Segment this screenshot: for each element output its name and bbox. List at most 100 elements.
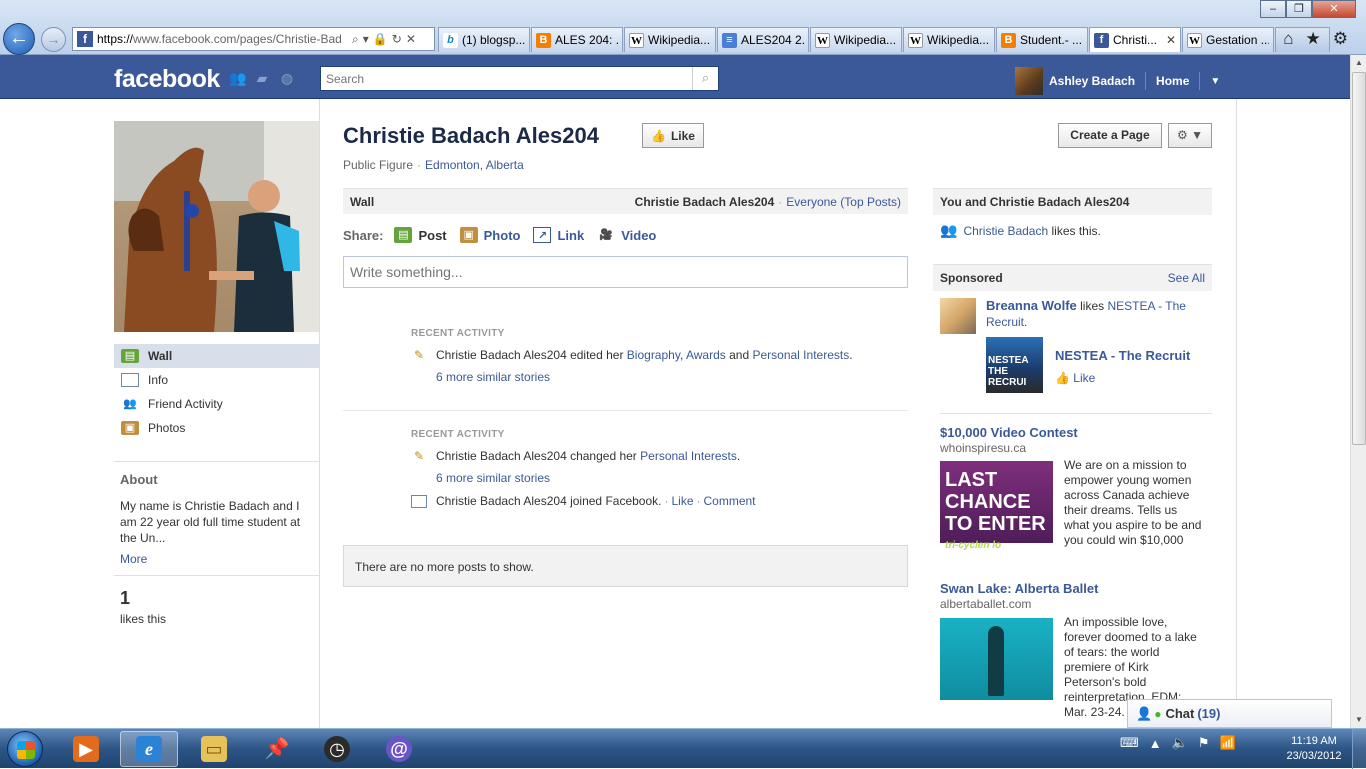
nestea-ad-image[interactable]: NESTEA THE RECRUI — [986, 337, 1043, 393]
wall-filter-link[interactable]: Everyone (Top Posts) — [786, 195, 901, 209]
friend-name-link[interactable]: Christie Badach — [963, 224, 1048, 238]
back-button[interactable]: ← — [3, 23, 35, 55]
nav-item-wall[interactable]: ▤ Wall — [114, 344, 319, 368]
scroll-thumb[interactable] — [1352, 72, 1366, 445]
browser-tab[interactable]: ≡ ALES204 2... — [717, 27, 809, 52]
ad-image-text: LAST CHANCE — [945, 469, 1031, 513]
system-clock[interactable]: 11:19 AM 23/03/2012 — [1284, 734, 1344, 764]
about-more-link[interactable]: More — [120, 552, 313, 566]
search-input[interactable] — [321, 71, 692, 86]
lock-icon[interactable]: 🔒 — [373, 32, 388, 46]
home-icon[interactable]: ⌂ — [1283, 29, 1293, 49]
tab-close-icon[interactable]: ✕ — [1166, 33, 1176, 47]
awards-link[interactable]: Awards — [686, 348, 726, 362]
stop-icon[interactable]: ✕ — [406, 32, 416, 46]
taskbar-clock-app[interactable]: ◷ — [308, 731, 366, 767]
facebook-logo[interactable]: facebook — [114, 65, 220, 94]
account-menu-caret-icon[interactable]: ▼ — [1210, 76, 1220, 87]
activity-actor-text: Christie Badach Ales204 edited her — [436, 348, 624, 362]
refresh-icon[interactable]: ↻ — [392, 32, 402, 46]
messages-icon[interactable]: ▰ — [254, 70, 270, 86]
user-avatar[interactable] — [1015, 67, 1043, 95]
nav-item-photos[interactable]: ▣ Photos — [114, 416, 319, 440]
ad-like-button[interactable]: 👍 Like — [1055, 371, 1095, 385]
wall-title: Wall — [350, 194, 375, 209]
home-link[interactable]: Home — [1156, 74, 1189, 88]
settings-gear-icon[interactable]: ⚙ — [1333, 29, 1348, 49]
page-category: Public Figure — [343, 158, 414, 172]
browser-tab[interactable]: B ALES 204: ... — [531, 27, 623, 52]
likes-count[interactable]: 1 — [120, 588, 313, 609]
share-video-button[interactable]: 🎥 Video — [597, 227, 656, 243]
scroll-up-arrow-icon[interactable]: ▲ — [1351, 55, 1366, 71]
search-icon[interactable]: ⌕ — [692, 67, 718, 90]
forward-button[interactable]: → — [41, 27, 66, 52]
personal-interests-link[interactable]: Personal Interests — [640, 449, 737, 463]
friend-name-link[interactable]: Breanna Wolfe — [986, 298, 1077, 313]
ad-image[interactable]: LAST CHANCE TO ENTER tri-cyclen lo — [940, 461, 1053, 551]
friend-requests-icon[interactable]: 👥 — [229, 70, 246, 86]
status-composer-input[interactable] — [343, 256, 908, 288]
window-close-button[interactable]: ✕ — [1312, 0, 1356, 18]
favorites-star-icon[interactable]: ★ — [1306, 29, 1321, 49]
see-all-link[interactable]: See All — [1168, 271, 1205, 285]
browser-tab-active[interactable]: f Christi... ✕ — [1089, 27, 1181, 52]
browser-tab[interactable]: W Wikipedia... — [810, 27, 902, 52]
browser-tab[interactable]: b (1) blogsp... — [438, 27, 530, 52]
ad-page-name-link[interactable]: NESTEA - The Recruit — [1055, 348, 1190, 363]
network-icon[interactable]: 📶 — [1219, 735, 1235, 751]
separator-dot: · — [696, 494, 701, 508]
share-photo-button[interactable]: ▣ Photo — [459, 227, 520, 243]
show-hidden-icons-icon[interactable]: ▲ — [1149, 736, 1162, 751]
dropdown-icon[interactable]: ▾ — [363, 32, 369, 46]
nav-item-friend-activity[interactable]: 👥 Friend Activity — [114, 392, 319, 416]
search-icon[interactable]: ⌕ — [352, 32, 359, 47]
chat-bar[interactable]: 👤 ● Chat (19) — [1127, 699, 1332, 728]
story-comment-link[interactable]: Comment — [704, 494, 756, 508]
scroll-down-arrow-icon[interactable]: ▼ — [1351, 712, 1366, 728]
you-and-page-header: You and Christie Badach Ales204 — [933, 188, 1212, 215]
action-center-icon[interactable]: ⚑ — [1198, 735, 1210, 751]
browser-tab[interactable]: W Wikipedia... — [903, 27, 995, 52]
friend-avatar[interactable] — [940, 298, 976, 334]
video-camera-icon: 🎥 — [599, 229, 614, 241]
story-like-link[interactable]: Like — [671, 494, 693, 508]
minimize-button[interactable]: – — [1260, 0, 1286, 18]
start-button[interactable] — [7, 731, 43, 767]
user-name-link[interactable]: Ashley Badach — [1049, 74, 1135, 88]
show-desktop-button[interactable] — [1352, 729, 1366, 769]
page-location-link[interactable]: Edmonton, Alberta — [425, 158, 524, 172]
browser-tab[interactable]: W Gestation ... — [1182, 27, 1274, 52]
taskbar-media-player[interactable]: ▶ — [57, 731, 115, 767]
volume-icon[interactable]: 🔈 — [1172, 735, 1188, 751]
taskbar-pin-app[interactable]: 📌 — [248, 731, 306, 767]
personal-interests-link[interactable]: Personal Interests — [752, 348, 849, 362]
share-post-button[interactable]: ▤ Post — [394, 227, 447, 243]
address-bar[interactable]: f https:// www.facebook.com/pages/Christ… — [72, 27, 435, 51]
ad-image[interactable] — [940, 618, 1053, 700]
share-link-button[interactable]: ↗ Link — [533, 227, 584, 243]
create-page-button[interactable]: Create a Page — [1058, 123, 1162, 148]
taskbar-app[interactable]: @ — [370, 731, 428, 767]
notifications-globe-icon[interactable]: ◍ — [279, 70, 295, 86]
taskbar-internet-explorer[interactable]: e — [120, 731, 178, 767]
page-options-button[interactable]: ⚙ ▼ — [1168, 123, 1212, 148]
more-stories-link[interactable]: 6 more similar stories — [436, 370, 908, 384]
like-page-button[interactable]: 👍 Like — [642, 123, 704, 148]
nav-item-info[interactable]: Info — [114, 368, 319, 392]
browser-tab[interactable]: B Student.- ... — [996, 27, 1088, 52]
document-icon: ≡ — [722, 32, 737, 48]
taskbar-explorer[interactable]: ▭ — [185, 731, 243, 767]
ad-title-link[interactable]: $10,000 Video Contest — [940, 425, 1212, 440]
vertical-scrollbar[interactable]: ▲ ▼ — [1350, 55, 1366, 728]
ad-title-link[interactable]: Swan Lake: Alberta Ballet — [940, 581, 1212, 596]
biography-link[interactable]: Biography — [627, 348, 680, 362]
maximize-button[interactable]: ❐ — [1286, 0, 1312, 18]
more-stories-link[interactable]: 6 more similar stories — [436, 471, 908, 485]
browser-tab[interactable]: W Wikipedia... — [624, 27, 716, 52]
ad-video-contest: $10,000 Video Contest whoinspiresu.ca LA… — [940, 425, 1212, 551]
keyboard-icon[interactable]: ⌨ — [1120, 735, 1139, 751]
online-dot-icon: ● — [1154, 706, 1162, 721]
wikipedia-icon: W — [815, 32, 830, 48]
profile-picture[interactable] — [114, 121, 320, 332]
